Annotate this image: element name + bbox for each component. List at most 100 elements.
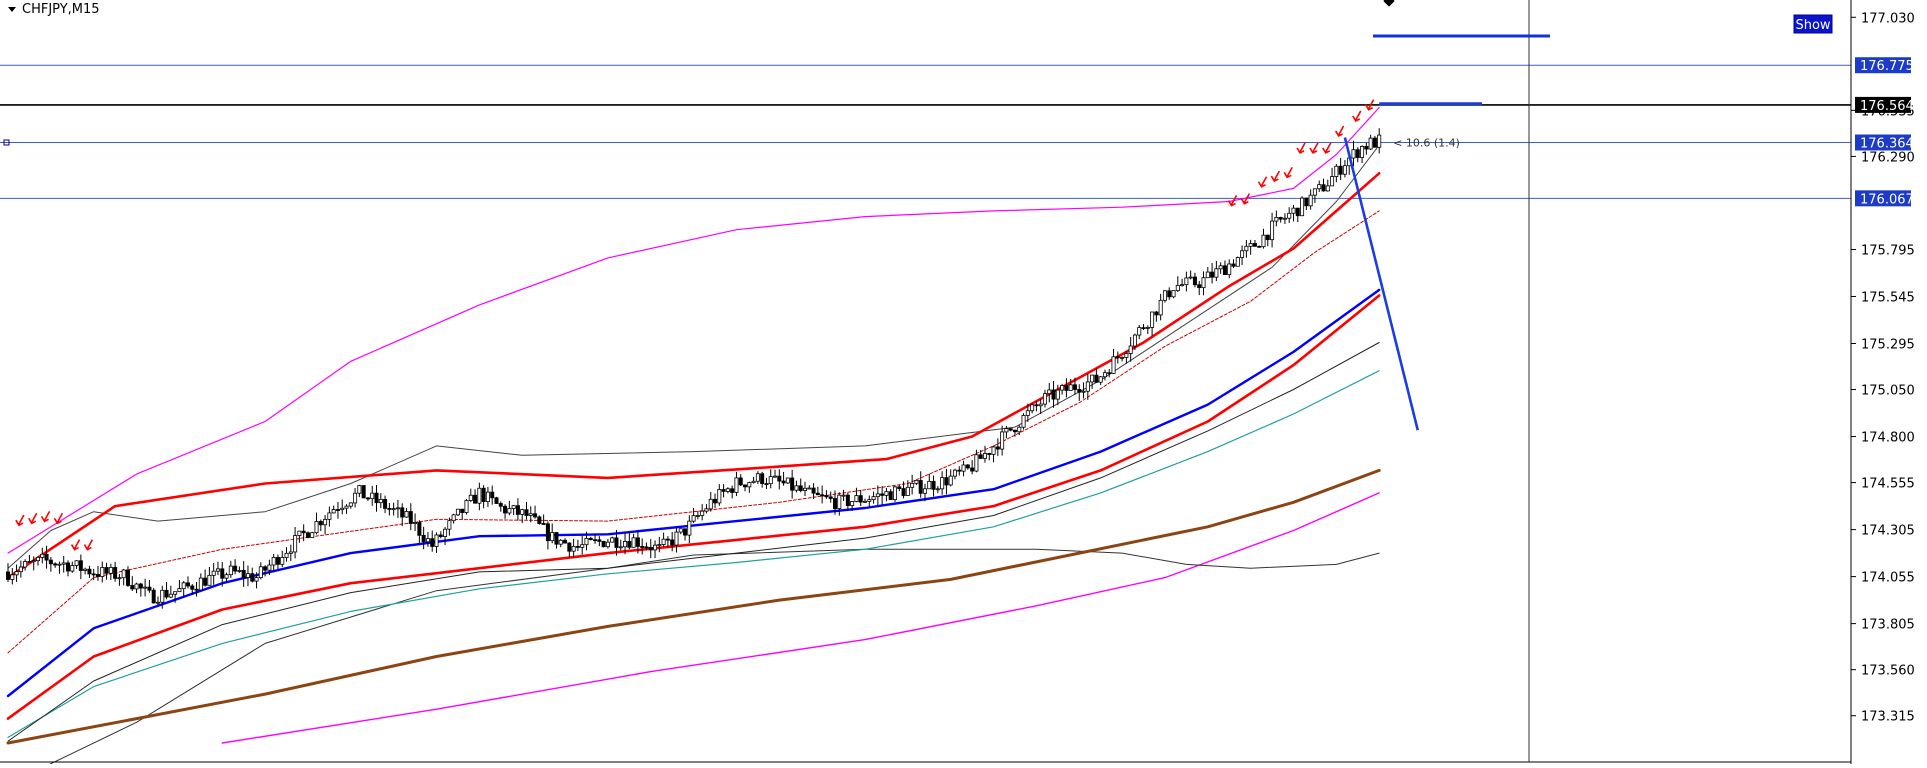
candle-body xyxy=(1154,311,1159,316)
measure-label: < 10.6 (1.4) xyxy=(1393,136,1460,149)
show-button-label[interactable]: Show xyxy=(1795,18,1830,33)
candle-body xyxy=(661,538,666,545)
candle-body xyxy=(961,464,966,472)
price-chart[interactable]: 177.030176.535176.290175.795175.545175.2… xyxy=(0,0,1927,768)
candle-body xyxy=(327,512,332,520)
candle-body xyxy=(678,528,683,533)
candle-body xyxy=(773,475,778,478)
candle-body xyxy=(1021,415,1026,428)
candle-body xyxy=(455,508,460,516)
candle xyxy=(464,498,469,515)
candle-body xyxy=(1102,372,1107,378)
candle-body xyxy=(1338,165,1343,175)
candle-body xyxy=(31,560,36,563)
y-tick-label: 175.295 xyxy=(1861,337,1915,352)
candle-body xyxy=(974,454,979,472)
candle-body xyxy=(1132,334,1137,347)
candle-body xyxy=(1188,276,1193,279)
candle-body xyxy=(331,509,336,514)
candle-body xyxy=(747,482,752,488)
candle-body xyxy=(631,537,636,548)
candle-body xyxy=(293,535,298,553)
candle-body xyxy=(901,488,906,496)
y-tick-label: 175.545 xyxy=(1861,290,1915,305)
candle-body xyxy=(215,568,220,572)
candle-body xyxy=(644,546,649,549)
candle-body xyxy=(27,561,32,563)
candle-body xyxy=(6,571,11,580)
candle-body xyxy=(177,588,182,593)
candle-body xyxy=(755,473,760,482)
candle-body xyxy=(657,544,662,546)
candle-body xyxy=(1051,389,1056,400)
chart-window[interactable]: 177.030176.535176.290175.795175.545175.2… xyxy=(0,0,1927,768)
y-tick-label: 176.290 xyxy=(1861,150,1915,165)
candle-body xyxy=(807,487,812,490)
candle-body xyxy=(125,569,130,586)
candle-body xyxy=(601,541,606,548)
candle xyxy=(310,531,315,538)
candle-body xyxy=(623,541,628,548)
candle-body xyxy=(584,537,589,546)
candle-body xyxy=(353,492,358,504)
candle-body xyxy=(280,557,285,565)
candle-body xyxy=(1377,134,1382,148)
candle-body xyxy=(1008,428,1013,431)
candle-body xyxy=(1171,290,1176,298)
candle-body xyxy=(884,491,889,496)
show-button[interactable]: Show xyxy=(1793,14,1833,34)
candle-body xyxy=(597,539,602,542)
candle-body xyxy=(1030,404,1035,412)
candle-body xyxy=(1120,357,1125,359)
candle-body xyxy=(425,538,430,543)
candle-body xyxy=(1205,271,1210,279)
candle-body xyxy=(717,489,722,504)
candle-body xyxy=(1060,385,1065,391)
y-tick-label: 177.030 xyxy=(1861,11,1915,26)
candle-body xyxy=(117,577,122,580)
candle-body xyxy=(837,494,842,509)
candle-body xyxy=(935,488,940,491)
candle-body xyxy=(563,539,568,544)
candle-body xyxy=(498,503,503,507)
price-badge: 176.775 xyxy=(1855,57,1914,74)
price-badge: 176.067 xyxy=(1855,190,1914,207)
candle-body xyxy=(1270,220,1275,241)
candle-body xyxy=(1287,212,1292,219)
candle-body xyxy=(241,570,246,578)
price-badge: 176.564 xyxy=(1855,96,1914,114)
candle-body xyxy=(1192,276,1197,286)
candle-body xyxy=(245,573,250,578)
candle-body xyxy=(203,577,208,586)
candle-body xyxy=(970,467,975,472)
candle-body xyxy=(948,475,953,486)
candle-body xyxy=(228,565,233,576)
candle-body xyxy=(931,480,936,490)
candle-body xyxy=(781,480,786,484)
candle xyxy=(537,515,542,525)
candle-body xyxy=(520,509,525,515)
candle-body xyxy=(130,585,135,590)
candle-body xyxy=(477,487,482,504)
candle-body xyxy=(155,601,160,604)
candle-body xyxy=(533,513,538,518)
candle-body xyxy=(451,514,456,522)
candle xyxy=(305,531,310,539)
candle-body xyxy=(863,500,868,503)
candle-body xyxy=(83,568,88,571)
candle-body xyxy=(1150,311,1155,328)
candle-body xyxy=(1265,234,1270,241)
candle-body xyxy=(605,541,610,548)
candle-body xyxy=(40,553,45,558)
candle-body xyxy=(798,485,803,491)
candle-body xyxy=(575,545,580,548)
y-tick-label: 174.305 xyxy=(1861,524,1915,539)
candle-body xyxy=(1372,137,1377,148)
candle xyxy=(455,508,460,517)
candle-body xyxy=(87,568,92,575)
candle-body xyxy=(1261,234,1266,248)
candle-body xyxy=(284,552,289,558)
candle-body xyxy=(841,494,846,497)
candle-body xyxy=(1012,429,1017,433)
candle-body xyxy=(143,586,148,589)
